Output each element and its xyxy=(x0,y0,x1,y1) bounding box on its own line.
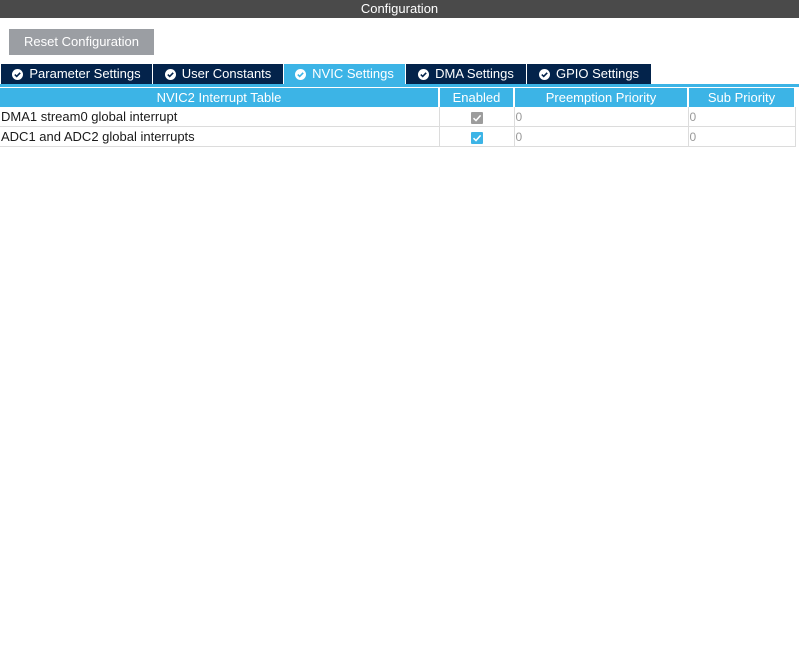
column-header-interrupt[interactable]: NVIC2 Interrupt Table xyxy=(0,88,440,107)
check-circle-icon xyxy=(295,68,307,80)
tab-user-constants[interactable]: User Constants xyxy=(153,64,283,84)
preemption-priority-value: 0 xyxy=(514,126,689,147)
tab-label: NVIC Settings xyxy=(312,66,394,81)
enabled-cell xyxy=(439,107,515,127)
tab-label: DMA Settings xyxy=(435,66,514,81)
column-header-preemption-priority[interactable]: Preemption Priority xyxy=(514,88,689,107)
tab-gpio-settings[interactable]: GPIO Settings xyxy=(527,64,651,84)
tab-label: User Constants xyxy=(181,66,272,81)
check-circle-icon xyxy=(164,68,176,80)
enabled-checkbox[interactable] xyxy=(470,131,483,144)
nvic-interrupt-table: NVIC2 Interrupt Table Enabled Preemption… xyxy=(0,88,796,147)
table-row[interactable]: DMA1 stream0 global interrupt 0 0 xyxy=(0,107,796,127)
enabled-cell xyxy=(439,126,515,147)
tab-parameter-settings[interactable]: Parameter Settings xyxy=(1,64,152,84)
check-circle-icon xyxy=(12,68,24,80)
sub-priority-value: 0 xyxy=(688,126,796,147)
settings-tabs: Parameter Settings User Constants NVIC S… xyxy=(1,64,652,84)
tab-dma-settings[interactable]: DMA Settings xyxy=(406,64,526,84)
tab-label: Parameter Settings xyxy=(29,66,141,81)
check-circle-icon xyxy=(418,68,430,80)
window-title: Configuration xyxy=(0,0,799,18)
checkmark-icon xyxy=(472,134,481,142)
preemption-priority-value: 0 xyxy=(514,107,689,127)
table-header-row: NVIC2 Interrupt Table Enabled Preemption… xyxy=(0,88,796,107)
reset-configuration-button[interactable]: Reset Configuration xyxy=(9,29,154,55)
column-header-enabled[interactable]: Enabled xyxy=(439,88,515,107)
tab-nvic-settings[interactable]: NVIC Settings xyxy=(284,64,405,84)
tab-label: GPIO Settings xyxy=(555,66,640,81)
table-row[interactable]: ADC1 and ADC2 global interrupts 0 0 xyxy=(0,126,796,147)
interrupt-name: DMA1 stream0 global interrupt xyxy=(0,107,440,127)
column-header-sub-priority[interactable]: Sub Priority xyxy=(688,88,796,107)
enabled-checkbox xyxy=(470,111,483,124)
check-circle-icon xyxy=(538,68,550,80)
checkmark-icon xyxy=(472,114,481,122)
sub-priority-value: 0 xyxy=(688,107,796,127)
tab-underline xyxy=(0,84,799,87)
interrupt-name: ADC1 and ADC2 global interrupts xyxy=(0,126,440,147)
